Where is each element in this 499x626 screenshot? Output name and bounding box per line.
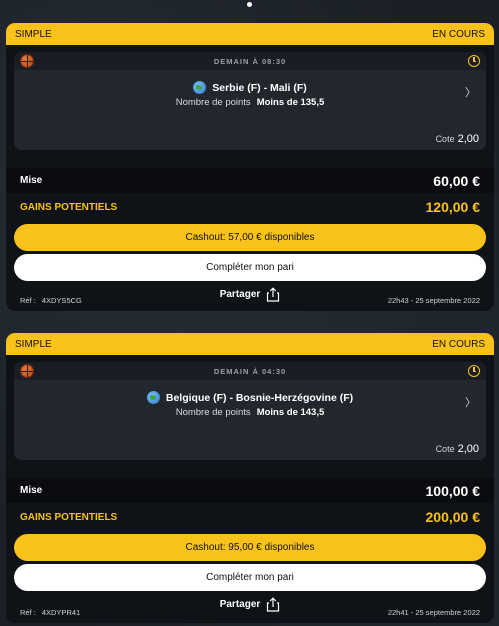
- market-label: Nombre de points: [175, 97, 251, 108]
- stake-label: Mise: [20, 175, 43, 186]
- ref-value: 4XDYPR41: [41, 608, 81, 617]
- bet-timestamp: 22h43 - 25 septembre 2022: [387, 296, 480, 305]
- ref-label: Réf :: [20, 296, 36, 305]
- market-label: Nombre de points: [175, 407, 251, 418]
- bet-card: SIMPLE EN COURS DEMAIN À 04:30 Belgique …: [6, 333, 494, 623]
- odds: Cote 2,00: [436, 443, 479, 455]
- ref-row: Réf : 4XDYPR41 22h41 - 25 septembre 2022: [6, 608, 494, 617]
- bet-type: SIMPLE: [15, 338, 52, 350]
- bet-type: SIMPLE: [15, 28, 52, 40]
- event-topbar: DEMAIN À 08:30: [14, 52, 486, 70]
- odds-label: Cote: [435, 134, 455, 144]
- event-time: DEMAIN À 08:30: [213, 56, 287, 66]
- odds-value: 2,00: [457, 133, 479, 145]
- bet-card: SIMPLE EN COURS DEMAIN À 08:30 Serbie (F…: [6, 23, 494, 311]
- cashout-button[interactable]: Cashout: 57,00 € disponibles: [14, 224, 486, 251]
- stake-value: 60,00 €: [433, 172, 480, 189]
- pagination-dot[interactable]: [247, 2, 252, 7]
- stake-value: 100,00 €: [425, 482, 481, 499]
- ref-row: Réf : 4XDYS5CG 22h43 - 25 septembre 2022: [6, 296, 494, 305]
- bet-timestamp: 22h41 - 25 septembre 2022: [387, 608, 480, 617]
- globe-icon: [146, 391, 160, 404]
- gains-label: GAINS POTENTIELS: [20, 511, 118, 523]
- event-time: DEMAIN À 04:30: [213, 366, 287, 376]
- cashout-button[interactable]: Cashout: 95,00 € disponibles: [14, 534, 486, 561]
- globe-icon: [193, 81, 207, 94]
- selection: Moins de 143,5: [256, 407, 325, 418]
- bet-status: EN COURS: [432, 338, 485, 350]
- odds-label: Cote: [435, 444, 455, 454]
- clock-icon: [468, 55, 480, 67]
- gains-label: GAINS POTENTIELS: [20, 201, 118, 213]
- odds-value: 2,00: [457, 443, 479, 455]
- complete-bet-button[interactable]: Compléter mon pari: [14, 564, 486, 591]
- complete-bet-button[interactable]: Compléter mon pari: [14, 254, 486, 281]
- event-topbar: DEMAIN À 04:30: [14, 362, 486, 380]
- bet-status: EN COURS: [432, 28, 485, 40]
- market-line: Nombre de points Moins de 143,5: [14, 407, 486, 418]
- match-name: Serbie (F) - Mali (F): [212, 81, 307, 94]
- gains-value: 120,00 €: [425, 199, 481, 215]
- bet-card-header: SIMPLE EN COURS: [6, 333, 494, 355]
- chevron-right-icon[interactable]: 〉: [465, 394, 476, 410]
- odds: Cote 2,00: [436, 133, 479, 145]
- ref-value: 4XDYS5CG: [41, 296, 82, 305]
- ref-label: Réf :: [20, 608, 36, 617]
- event-box[interactable]: DEMAIN À 04:30 Belgique (F) - Bosnie-Her…: [14, 362, 486, 460]
- gains-row: GAINS POTENTIELS 120,00 €: [6, 193, 494, 221]
- market-line: Nombre de points Moins de 135,5: [14, 97, 486, 108]
- match-line: Serbie (F) - Mali (F): [14, 81, 486, 94]
- basketball-icon: [20, 54, 34, 68]
- gains-row: GAINS POTENTIELS 200,00 €: [6, 503, 494, 531]
- stake-label: Mise: [20, 485, 43, 496]
- clock-icon: [468, 365, 480, 377]
- event-box[interactable]: DEMAIN À 08:30 Serbie (F) - Mali (F) Nom…: [14, 52, 486, 150]
- match-name: Belgique (F) - Bosnie-Herzégovine (F): [165, 391, 354, 404]
- stake-row: Mise 60,00 €: [6, 168, 494, 193]
- selection: Moins de 135,5: [256, 97, 325, 108]
- chevron-right-icon[interactable]: 〉: [465, 84, 476, 100]
- match-line: Belgique (F) - Bosnie-Herzégovine (F): [14, 391, 486, 404]
- stake-row: Mise 100,00 €: [6, 478, 494, 503]
- gains-value: 200,00 €: [425, 509, 481, 525]
- basketball-icon: [20, 364, 34, 378]
- bet-card-header: SIMPLE EN COURS: [6, 23, 494, 45]
